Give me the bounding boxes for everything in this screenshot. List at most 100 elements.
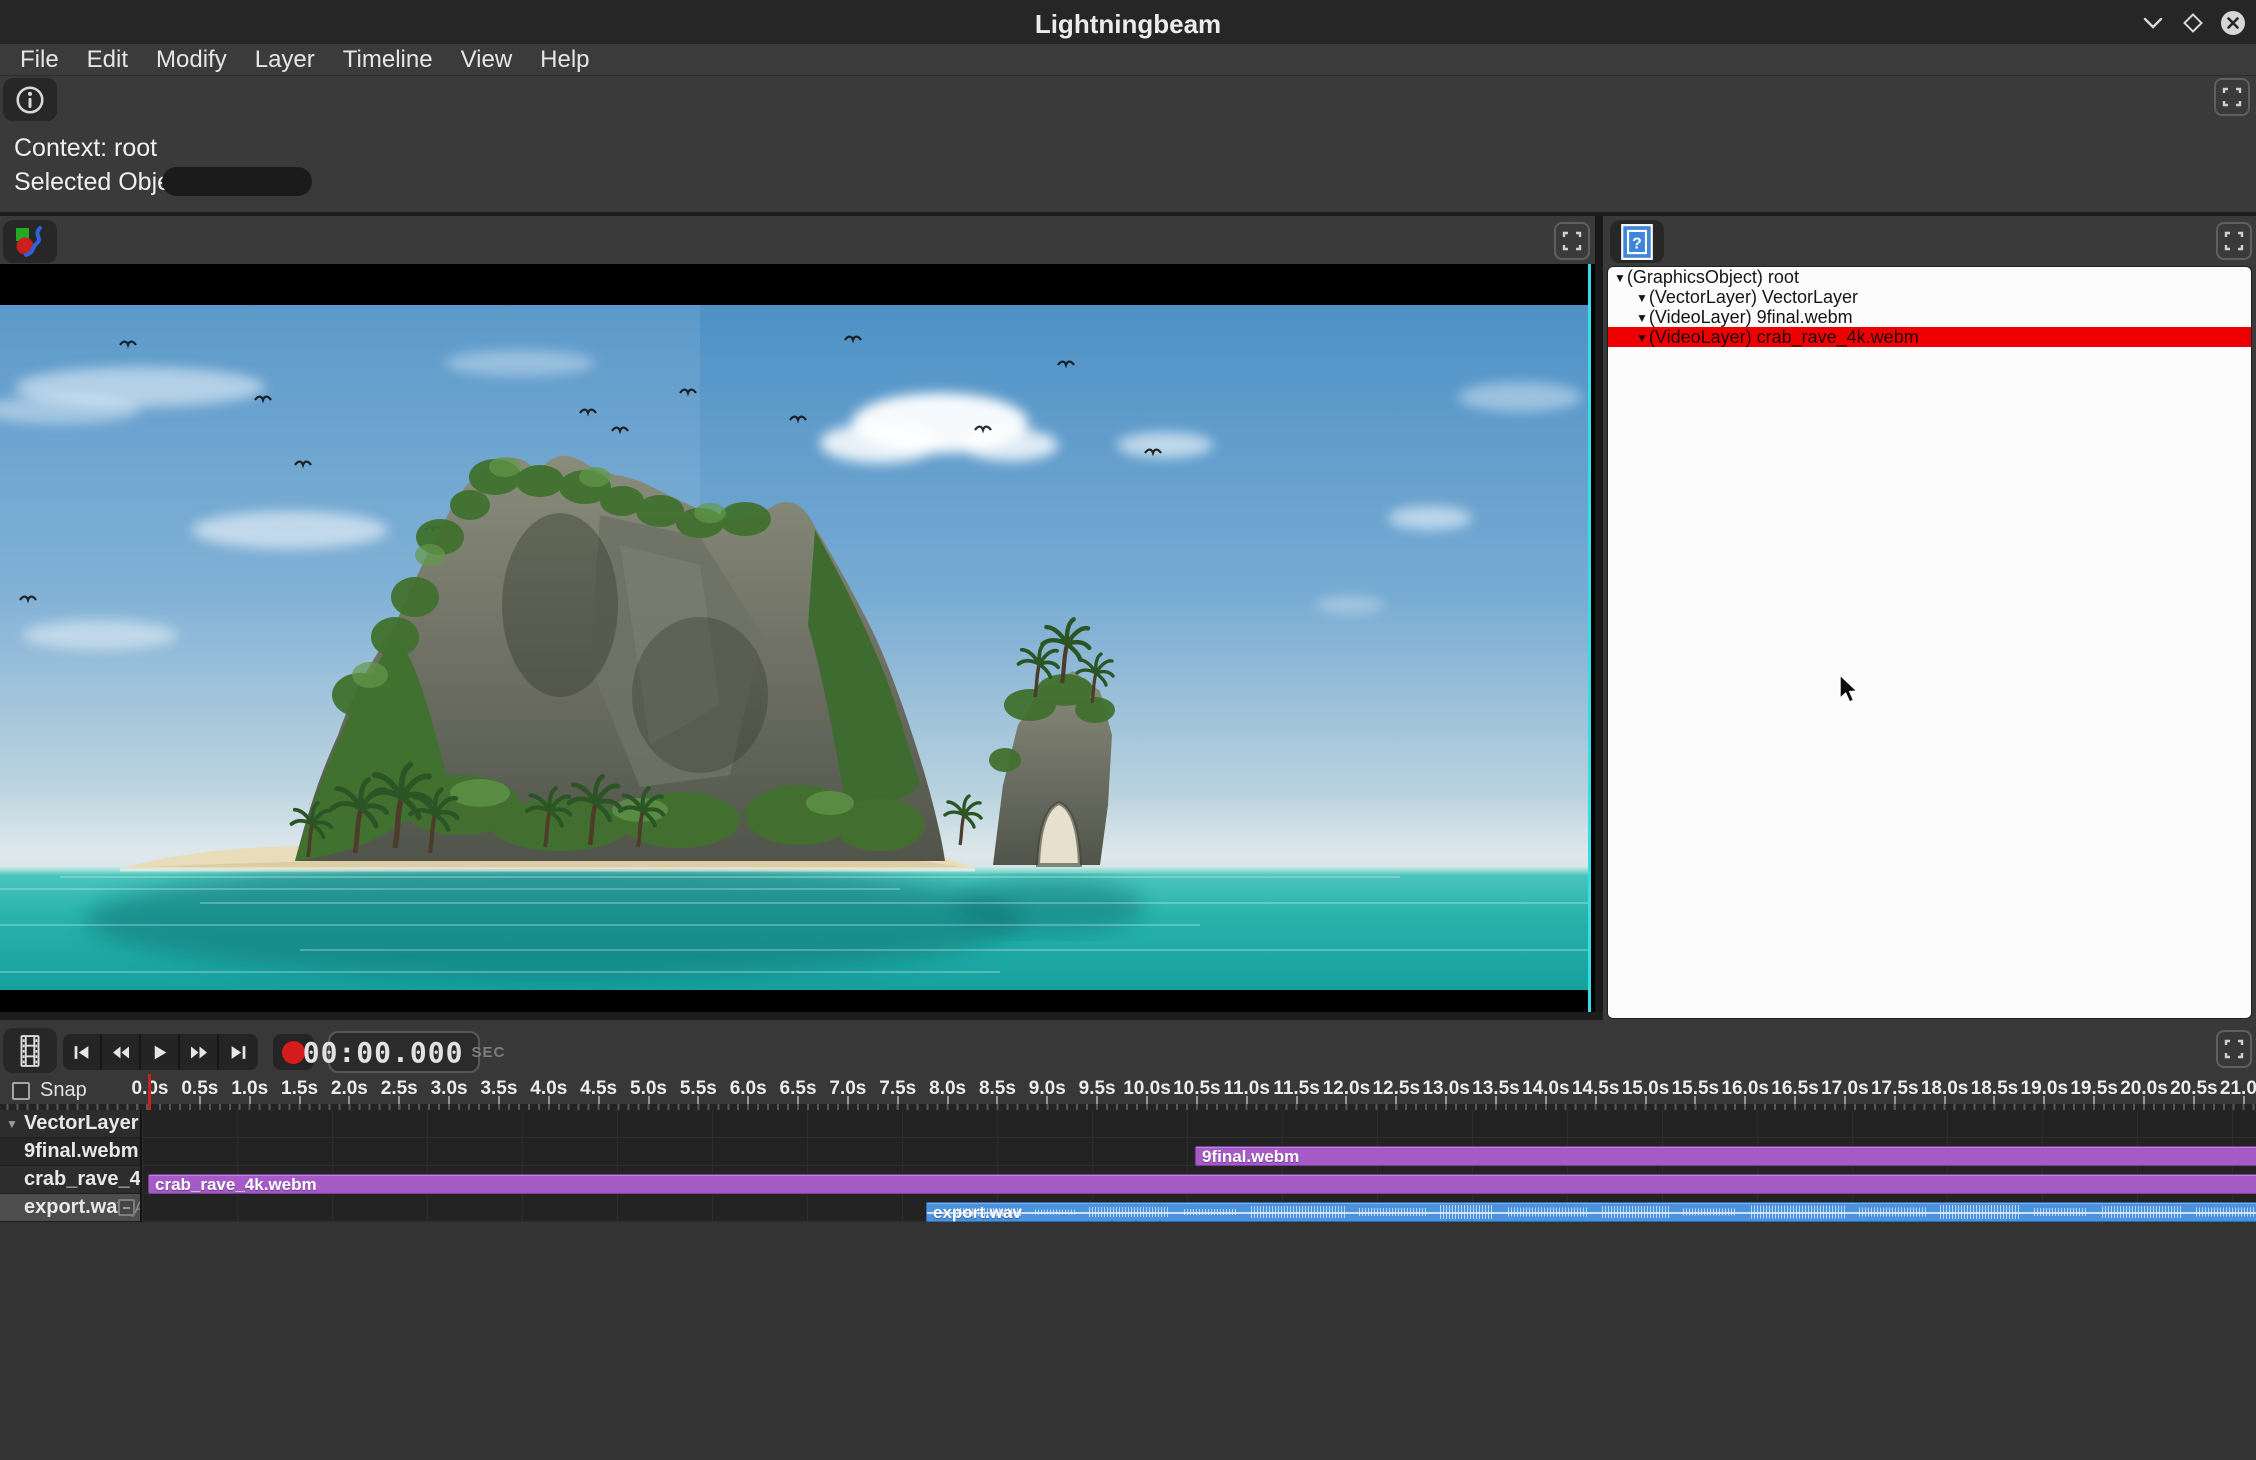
ruler-major-tick <box>1146 1096 1148 1104</box>
skip-start-button[interactable] <box>63 1034 102 1070</box>
waveform-segment <box>1035 1210 1076 1215</box>
ruler-major-tick <box>1894 1096 1896 1104</box>
track-label-9final-webm[interactable]: 9final.webm[S] <box>0 1138 140 1166</box>
timeline-expand-button[interactable] <box>2216 1030 2252 1068</box>
stage-canvas[interactable] <box>0 264 1595 1012</box>
stage-expand-button[interactable] <box>1554 222 1590 260</box>
stage-tab[interactable] <box>3 220 57 263</box>
tree-row--videolayer-9final-webm[interactable]: ▼(VideoLayer) 9final.webm <box>1608 307 2251 327</box>
waveform-segment <box>1508 1208 1589 1217</box>
track-label-export-wav[interactable]: export.wav[A] <box>0 1194 140 1222</box>
track-label-vectorlayer[interactable]: ▼VectorLayer[L] <box>0 1110 140 1138</box>
play-button[interactable] <box>141 1034 180 1070</box>
image-question-icon: ? <box>1620 223 1654 261</box>
info-tab[interactable] <box>3 78 57 121</box>
ruler-major-tick <box>299 1096 301 1104</box>
close-button[interactable] <box>2218 8 2248 38</box>
video-frame-island <box>0 305 1591 990</box>
svg-text:?: ? <box>1632 235 1642 252</box>
waveform-segment <box>1751 1206 1846 1219</box>
mouse-cursor <box>1838 674 1864 704</box>
menu-item-help[interactable]: Help <box>526 44 603 75</box>
ruler-major-tick <box>1096 1096 1098 1104</box>
selected-object-input[interactable] <box>162 167 312 196</box>
layer-tree-panel: ? ▼(GraphicsObject) root▼(VectorLayer) V… <box>1603 216 2256 1020</box>
timeline-empty-area <box>0 1222 2256 1460</box>
info-panel-expand-button[interactable] <box>2214 78 2250 116</box>
ruler-major-tick <box>1196 1096 1198 1104</box>
snap-checkbox[interactable] <box>12 1082 30 1100</box>
film-strip-icon <box>17 1035 43 1067</box>
rewind-button[interactable] <box>102 1034 141 1070</box>
time-value: 00:00.000 <box>303 1036 464 1069</box>
ruler-major-tick <box>747 1096 749 1104</box>
clip-crab-rave-4k-webm[interactable]: crab_rave_4k.webm <box>148 1174 2256 1194</box>
minimize-button[interactable] <box>2138 8 2168 38</box>
waveform-segment <box>1184 1209 1238 1215</box>
info-panel: Context: root Selected Object <box>0 76 2256 212</box>
tree-expander-icon[interactable]: ▼ <box>1636 291 1648 305</box>
tree-row--graphicsobject-root[interactable]: ▼(GraphicsObject) root <box>1608 267 2251 287</box>
tree-row-label: (VideoLayer) crab_rave_4k.webm <box>1649 327 1919 347</box>
tree-row--videolayer-crab-rave-4k-webm[interactable]: ▼(VideoLayer) crab_rave_4k.webm <box>1608 327 2251 347</box>
clip-label: crab_rave_4k.webm <box>155 1175 317 1194</box>
track-lanes[interactable]: 9final.webm crab_rave_4k.webm export.wav <box>140 1110 2256 1222</box>
waveform-segment <box>1440 1205 1494 1219</box>
menu-item-timeline[interactable]: Timeline <box>329 44 447 75</box>
ruler-major-tick <box>348 1096 350 1104</box>
track-label-crab-rave-4k-webm[interactable]: crab_rave_4k.webm[S] <box>0 1166 140 1194</box>
timeline-ruler[interactable]: Snap 0.0s0.5s1.0s1.5s2.0s2.5s3.0s3.5s4.0… <box>0 1076 2256 1104</box>
maximize-button[interactable] <box>2178 8 2208 38</box>
waveform-segment <box>2196 1208 2256 1217</box>
track-mute-checkbox[interactable] <box>118 1199 135 1216</box>
timeline-tab[interactable] <box>3 1028 57 1073</box>
ruler-major-tick <box>2243 1096 2245 1104</box>
playhead[interactable] <box>148 1074 151 1110</box>
menu-item-file[interactable]: File <box>6 44 73 75</box>
expand-icon <box>1562 231 1582 251</box>
ruler-major-tick <box>847 1096 849 1104</box>
timeline-panel: 00:00.000 SEC Snap 0.0s0.5s1.0s1.5s2.0s2… <box>0 1020 2256 1460</box>
record-icon <box>282 1041 305 1064</box>
tree-row-label: (VectorLayer) VectorLayer <box>1649 287 1858 307</box>
layer-tree-expand-button[interactable] <box>2216 222 2252 260</box>
ruler-major-tick <box>1993 1096 1995 1104</box>
waveform-segment <box>2034 1208 2088 1216</box>
rewind-icon <box>111 1043 131 1062</box>
window-title: Lightningbeam <box>0 9 2256 40</box>
ruler-major-tick <box>548 1096 550 1104</box>
skip-end-button[interactable] <box>219 1034 258 1070</box>
tree-row-label: (VideoLayer) 9final.webm <box>1649 307 1853 327</box>
ruler-major-tick <box>1744 1096 1746 1104</box>
menu-item-view[interactable]: View <box>447 44 527 75</box>
panel-divider <box>0 1012 1603 1020</box>
menu-item-layer[interactable]: Layer <box>241 44 329 75</box>
waveform-segment <box>1859 1208 1927 1217</box>
ruler-major-tick <box>1296 1096 1298 1104</box>
skip-start-icon <box>72 1043 91 1062</box>
tree-expander-icon[interactable]: ▼ <box>1636 311 1648 325</box>
tree-expander-icon[interactable]: ▼ <box>1636 331 1648 345</box>
fast-forward-button[interactable] <box>180 1034 219 1070</box>
clip-9final-webm[interactable]: 9final.webm <box>1195 1146 2256 1166</box>
chevron-down-icon <box>2142 16 2164 30</box>
ruler-major-tick <box>1046 1096 1048 1104</box>
menu-bar: FileEditModifyLayerTimelineViewHelp <box>0 44 2256 76</box>
menu-item-modify[interactable]: Modify <box>142 44 241 75</box>
ruler-major-tick <box>1395 1096 1397 1104</box>
tree-row-label: (GraphicsObject) root <box>1627 267 1799 287</box>
layer-tree-tab[interactable]: ? <box>1610 220 1664 263</box>
time-display: 00:00.000 SEC <box>328 1031 480 1073</box>
waveform-segment <box>1251 1206 1346 1218</box>
expand-icon <box>2224 231 2244 251</box>
skip-end-icon <box>229 1043 248 1062</box>
tree-expander-icon[interactable]: ▼ <box>1614 271 1626 285</box>
clip-export-wav[interactable]: export.wav <box>926 1202 2256 1222</box>
ruler-major-tick <box>797 1096 799 1104</box>
track-expander-icon[interactable]: ▼ <box>6 1117 18 1131</box>
track-lane-vectorlayer[interactable] <box>142 1110 2256 1138</box>
ruler-major-tick <box>1545 1096 1547 1104</box>
tree-row--vectorlayer-vectorlayer[interactable]: ▼(VectorLayer) VectorLayer <box>1608 287 2251 307</box>
draw-shapes-icon <box>13 225 47 259</box>
menu-item-edit[interactable]: Edit <box>73 44 142 75</box>
